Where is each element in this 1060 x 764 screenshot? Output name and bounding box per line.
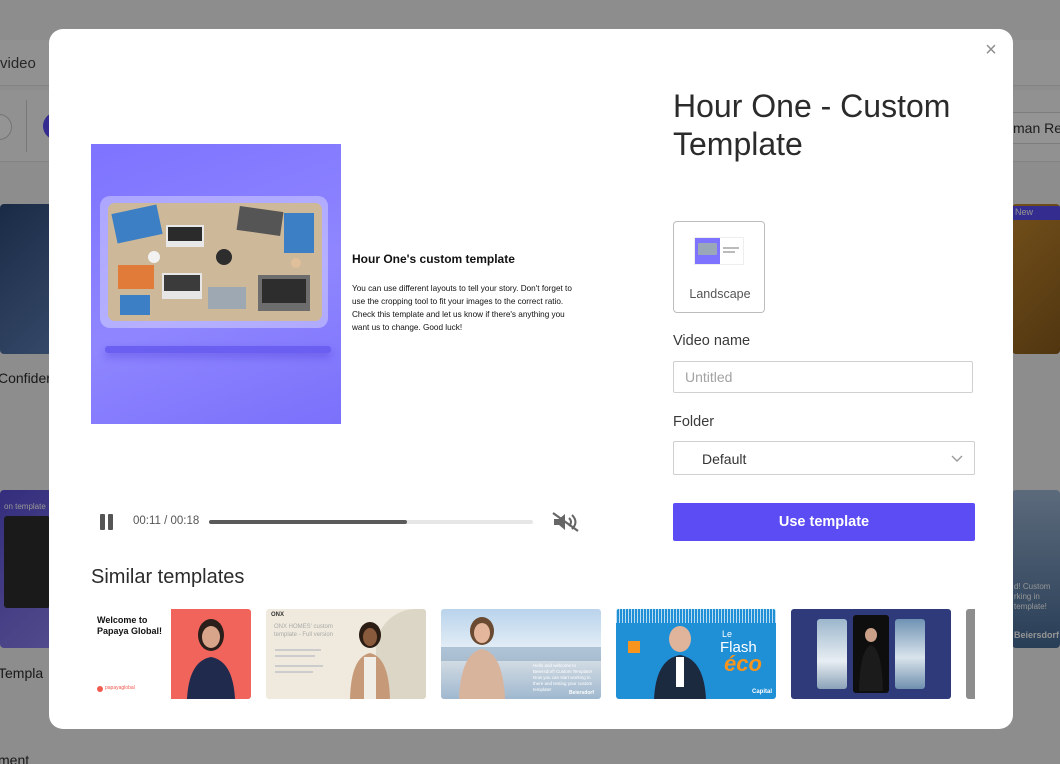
thumb-headline: ONX HOMES' custom template - Full versio… <box>274 624 334 638</box>
time-readout: 00:11 / 00:18 <box>133 515 200 527</box>
template-modal: × Hour One's custom template You can use… <box>49 29 1013 729</box>
preview-heading: Hour One's custom template <box>352 252 515 266</box>
thumb-text: éco <box>724 651 762 676</box>
template-title: Hour One - Custom Template <box>673 88 951 162</box>
landscape-format-icon <box>694 237 744 265</box>
presenter-avatar <box>654 626 706 699</box>
format-label: Landscape <box>689 287 751 301</box>
thumb-text: Welcome to <box>97 615 148 625</box>
preview-body-text: You can use different layouts to tell yo… <box>352 284 572 332</box>
presenter-avatar <box>350 622 390 699</box>
thumb-clouds-panel <box>817 619 847 689</box>
presenter-avatar <box>187 619 235 699</box>
video-player-controls: 00:11 / 00:18 <box>91 507 591 537</box>
folder-select[interactable]: Default <box>673 441 975 475</box>
chevron-down-icon <box>951 455 963 462</box>
thumb-brand: Capital <box>752 689 773 695</box>
video-name-label: Video name <box>673 333 751 349</box>
thumb-text: Le <box>722 629 733 639</box>
similar-templates-row: Welcome to Papaya Global! papayaglobal O… <box>91 609 975 699</box>
preview-shelf <box>105 346 331 353</box>
muted-speaker-icon[interactable] <box>551 511 581 533</box>
similar-template-card[interactable]: Le Flash éco Capital <box>616 609 776 699</box>
thumb-sky-panel <box>895 619 925 689</box>
similar-templates-heading: Similar templates <box>91 566 245 588</box>
thumb-line <box>275 665 323 667</box>
papaya-logo-icon <box>97 686 103 692</box>
thumb-square <box>628 641 640 653</box>
thumb-line <box>275 655 315 657</box>
thumb-brand: ONX <box>271 612 285 618</box>
progress-fill <box>209 520 407 524</box>
use-template-button[interactable]: Use template <box>673 503 975 541</box>
presenter-avatar <box>859 628 883 691</box>
progress-bar[interactable] <box>209 520 533 524</box>
close-icon[interactable]: × <box>981 40 1001 60</box>
similar-template-card[interactable] <box>966 609 975 699</box>
folder-select-value: Default <box>702 451 747 467</box>
thumb-text: Papaya Global! <box>97 626 163 636</box>
folder-label: Folder <box>673 414 715 430</box>
video-preview: Hour One's custom template You can use d… <box>91 144 591 424</box>
thumb-caption: Hello and welcome to Beiersdorf! Custom … <box>533 663 593 692</box>
thumb-line <box>275 649 321 651</box>
similar-template-card[interactable]: Hello and welcome to Beiersdorf! Custom … <box>441 609 601 699</box>
similar-template-card[interactable]: Welcome to Papaya Global! papayaglobal <box>91 609 251 699</box>
similar-template-card[interactable]: ONX ONX HOMES' custom template - Full ve… <box>266 609 426 699</box>
thumb-brand: Beiersdorf <box>569 690 595 696</box>
presenter-avatar <box>459 617 505 699</box>
video-name-input[interactable] <box>673 361 973 393</box>
thumb-line <box>275 671 313 673</box>
thumb-logo-text: papayaglobal <box>105 685 135 691</box>
preview-desk-photo <box>108 203 322 321</box>
pause-icon[interactable] <box>99 514 115 530</box>
format-option-landscape[interactable]: Landscape <box>673 221 765 313</box>
similar-template-card[interactable] <box>791 609 951 699</box>
